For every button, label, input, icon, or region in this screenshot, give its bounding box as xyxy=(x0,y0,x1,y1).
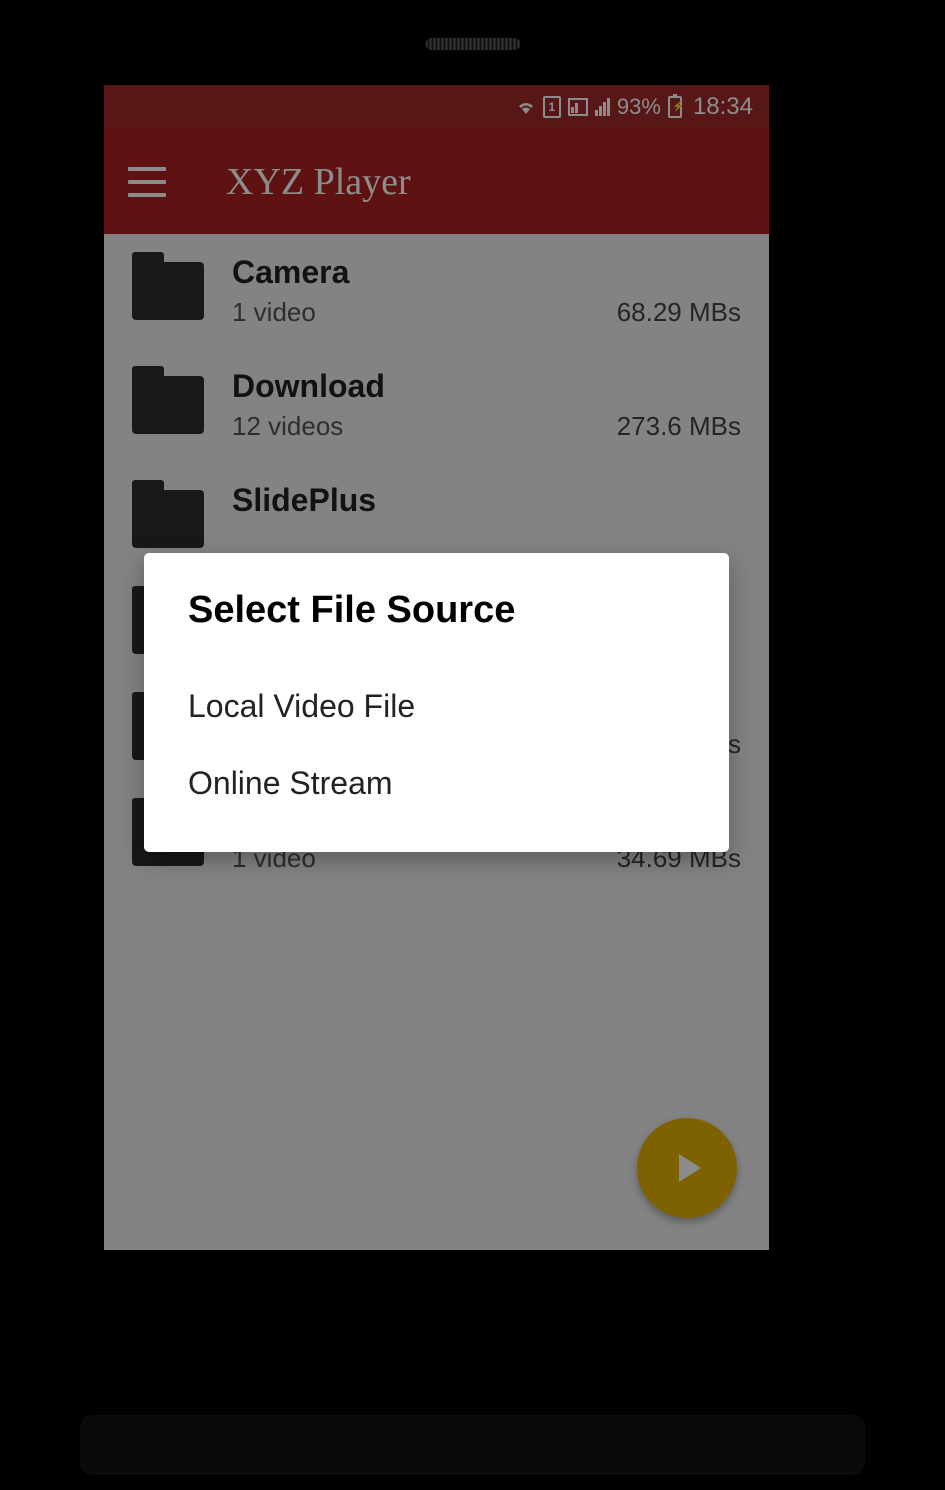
folder-size: 68.29 MBs xyxy=(617,297,741,328)
status-bar: 1 93% ⚡ 18:34 xyxy=(104,85,769,129)
status-icons: 1 93% ⚡ 18:34 xyxy=(516,93,753,121)
play-icon xyxy=(679,1154,701,1182)
status-time: 18:34 xyxy=(693,93,753,121)
screen: 1 93% ⚡ 18:34 XYZ Player Camera 1 video xyxy=(104,85,769,1250)
folder-icon xyxy=(132,262,204,320)
signal-icon xyxy=(595,98,610,116)
wifi-icon xyxy=(516,98,536,116)
dialog-title: Select File Source xyxy=(188,589,685,632)
battery-percent: 93% xyxy=(617,94,661,120)
folder-name: Download xyxy=(232,368,741,405)
signal-box-icon xyxy=(568,98,588,116)
phone-speaker xyxy=(425,38,520,50)
folder-icon xyxy=(132,490,204,548)
app-bar: XYZ Player xyxy=(104,129,769,234)
folder-row-download[interactable]: Download 12 videos 273.6 MBs xyxy=(104,348,769,462)
app-title: XYZ Player xyxy=(226,160,411,204)
folder-info: SlidePlus xyxy=(232,482,741,525)
play-fab-button[interactable] xyxy=(637,1118,737,1218)
folder-size: 273.6 MBs xyxy=(617,411,741,442)
folder-name: SlidePlus xyxy=(232,482,741,519)
folder-icon xyxy=(132,376,204,434)
folder-row-camera[interactable]: Camera 1 video 68.29 MBs xyxy=(104,234,769,348)
battery-icon: ⚡ xyxy=(668,96,682,118)
dialog-option-local[interactable]: Local Video File xyxy=(188,668,685,745)
file-source-dialog: Select File Source Local Video File Onli… xyxy=(144,553,729,852)
nav-bar xyxy=(80,1415,865,1475)
sim-icon: 1 xyxy=(543,96,561,118)
dialog-option-stream[interactable]: Online Stream xyxy=(188,745,685,822)
folder-name: Camera xyxy=(232,254,741,291)
hamburger-icon[interactable] xyxy=(128,167,166,197)
